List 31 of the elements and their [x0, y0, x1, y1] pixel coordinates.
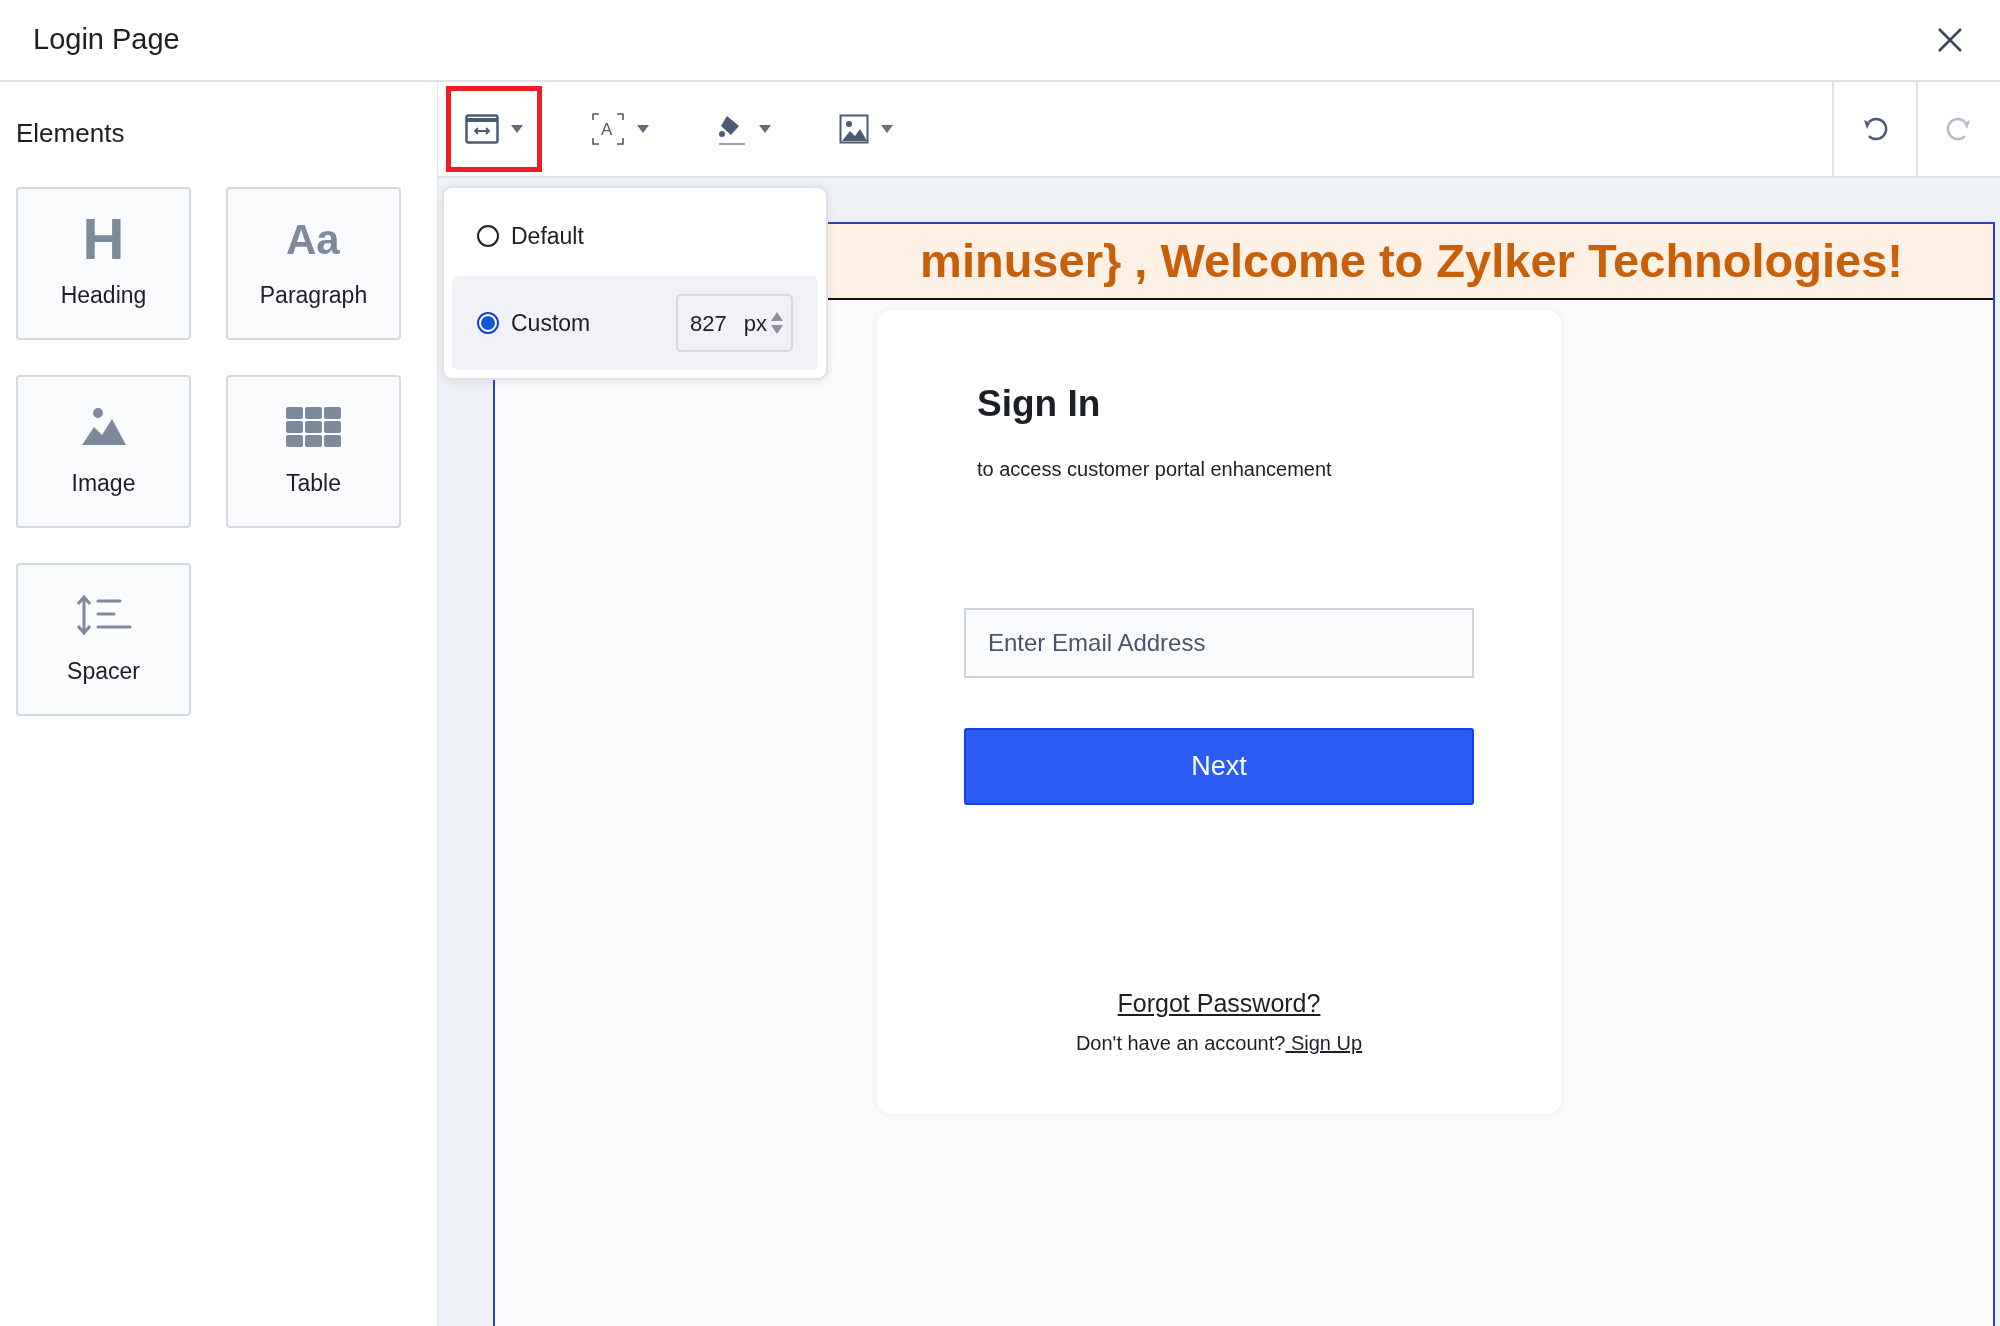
panel-title: Elements — [16, 117, 126, 150]
caret-icon — [759, 125, 771, 133]
width-input[interactable]: 827 px — [676, 294, 793, 352]
close-icon — [1937, 27, 1963, 53]
width-icon — [465, 114, 499, 144]
element-tile[interactable]: Spacer — [16, 563, 191, 716]
radio-option[interactable]: Custom — [477, 305, 591, 341]
toolbar-dropdown[interactable]: A — [572, 86, 668, 172]
caret-icon — [881, 125, 893, 133]
signup-prompt: Don't have an account? — [1075, 1031, 1286, 1056]
heading-icon: H — [82, 214, 125, 265]
forgot-password-link[interactable]: Forgot Password? — [1117, 984, 1321, 1022]
caret-icon — [637, 125, 649, 133]
picture-icon — [839, 114, 869, 144]
element-tile[interactable]: Aa Paragraph — [226, 187, 401, 340]
toolbar-dropdown[interactable] — [446, 86, 542, 172]
email-field[interactable]: Enter Email Address — [964, 607, 1474, 678]
letters-icon: Aa — [285, 220, 342, 259]
element-tile[interactable]: H Heading — [16, 187, 191, 340]
subtitle: to access customer portal enhancement — [977, 456, 1333, 482]
window-title: Login Page — [33, 22, 180, 58]
element-tile[interactable]: Table — [226, 375, 401, 528]
sign-in-title: Sign In — [977, 382, 1102, 426]
stepper-icon[interactable] — [771, 311, 783, 335]
sign-up-link[interactable]: Sign Up — [1285, 1028, 1363, 1058]
table-icon — [285, 407, 342, 448]
caret-icon — [511, 125, 523, 133]
mountain-icon — [80, 407, 127, 448]
next-button[interactable]: Next — [964, 727, 1474, 805]
line-spacing-icon — [75, 595, 132, 636]
element-tile[interactable]: Image — [16, 375, 191, 528]
